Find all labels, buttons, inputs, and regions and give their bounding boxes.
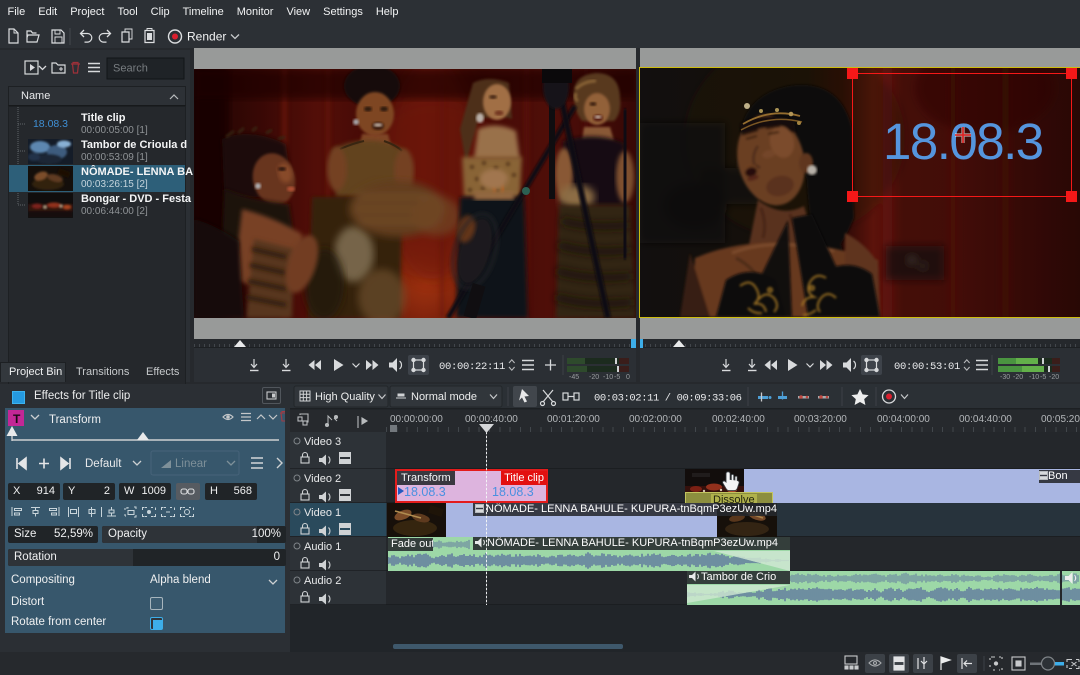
svg-text:Normal mode: Normal mode (411, 391, 477, 403)
svg-text:00:04:40:00: 00:04:40:00 (959, 414, 1012, 425)
svg-text:Linear: Linear (175, 458, 207, 470)
svg-text:00:01:20:00: 00:01:20:00 (547, 414, 600, 425)
svg-text:-10: -10 (603, 374, 613, 381)
svg-text:Audio 2: Audio 2 (304, 575, 341, 587)
svg-text:Video 1: Video 1 (304, 507, 341, 519)
svg-text:-30: -30 (1000, 374, 1010, 381)
svg-text:00:02:00:00: 00:02:00:00 (629, 414, 682, 425)
svg-text:-5: -5 (1040, 374, 1046, 381)
svg-text:00:03:20:00: 00:03:20:00 (794, 414, 847, 425)
svg-text:00:05:20:00: 00:05:20:00 (1041, 414, 1080, 425)
svg-text:Search: Search (113, 63, 148, 75)
svg-text:00:00:22:11: 00:00:22:11 (439, 361, 505, 373)
svg-text:-45: -45 (569, 374, 579, 381)
svg-text:Transform: Transform (49, 414, 101, 426)
svg-text:-10: -10 (1029, 374, 1039, 381)
svg-text:00:00:53:01: 00:00:53:01 (894, 361, 960, 373)
svg-text:00:00:00:00: 00:00:00:00 (390, 414, 443, 425)
svg-text:00:04:00:00: 00:04:00:00 (877, 414, 930, 425)
svg-text:00:03:02:11 / 00:09:33:06: 00:03:02:11 / 00:09:33:06 (594, 393, 742, 405)
svg-text:-20: -20 (1013, 374, 1023, 381)
svg-text:Video 2: Video 2 (304, 473, 341, 485)
svg-text:-20: -20 (589, 374, 599, 381)
svg-text:0: 0 (626, 374, 630, 381)
svg-text:High Quality: High Quality (315, 391, 375, 403)
svg-text:-5: -5 (614, 374, 620, 381)
svg-text:Video 3: Video 3 (304, 436, 341, 448)
svg-text:T: T (13, 412, 21, 426)
svg-text:Audio 1: Audio 1 (304, 541, 341, 553)
svg-text:-20: -20 (1049, 374, 1059, 381)
svg-text:Default: Default (85, 458, 122, 470)
svg-text:00:02:40:00: 00:02:40:00 (712, 414, 765, 425)
svg-text:Render: Render (187, 30, 226, 44)
